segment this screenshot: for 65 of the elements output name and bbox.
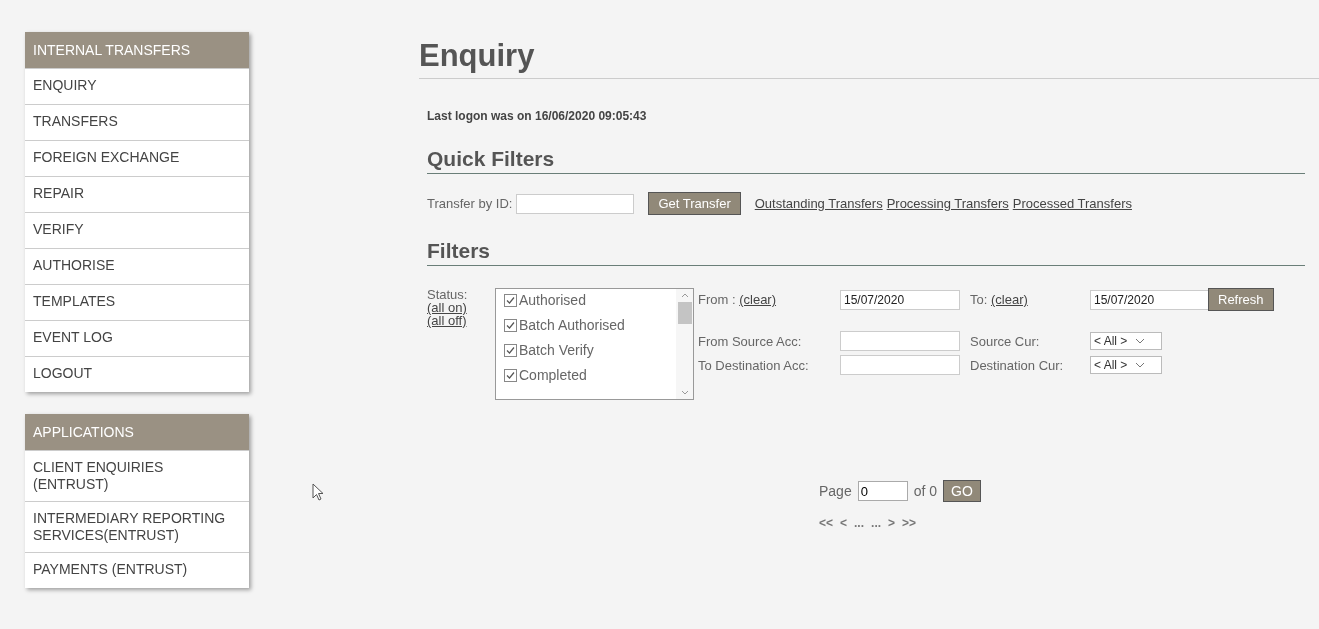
pagination-link[interactable]: ... — [871, 516, 882, 530]
status-option[interactable]: Batch Authorised — [504, 317, 676, 333]
destination-account-field[interactable] — [840, 355, 960, 375]
checkbox[interactable] — [504, 318, 517, 332]
field-label: From Source Acc: — [698, 333, 803, 349]
checkbox[interactable] — [504, 293, 517, 307]
nav-item[interactable]: AUTHORISE — [25, 248, 249, 284]
pagination-link[interactable]: >> — [902, 516, 917, 530]
mouse-pointer-icon — [312, 483, 324, 501]
source-currency-dropdown[interactable]: < All > — [1090, 332, 1162, 350]
clear-link[interactable]: (clear) — [739, 292, 777, 307]
status-option[interactable]: Batch Verify — [504, 342, 676, 358]
field-label: Source Cur: — [970, 333, 1041, 349]
page-title: Enquiry — [419, 38, 1319, 79]
source-account-field[interactable] — [840, 331, 960, 351]
quick-filter-link[interactable]: Processed Transfers — [1012, 196, 1132, 211]
scrollbar[interactable] — [676, 289, 693, 399]
scroll-down-icon[interactable] — [680, 390, 689, 395]
nav-item[interactable]: VERIFY — [25, 212, 249, 248]
last-logon-text: Last logon was on 16/06/2020 09:05:43 — [427, 109, 648, 123]
field-label: From : — [698, 292, 736, 307]
nav-item[interactable]: EVENT LOG — [25, 320, 249, 356]
chevron-down-icon — [1135, 362, 1146, 368]
status-option[interactable]: Authorised — [504, 292, 676, 308]
pagination-link[interactable]: << — [819, 516, 833, 530]
checkbox[interactable] — [504, 343, 517, 357]
from-date-field[interactable]: 15/07/2020 — [840, 289, 960, 310]
nav-item[interactable]: FOREIGN EXCHANGE — [25, 140, 249, 176]
section-heading: Filters — [427, 239, 1305, 266]
all-on-link[interactable]: (all on) — [427, 301, 495, 314]
page-number-field[interactable]: 0 — [857, 481, 908, 501]
nav-section-header: APPLICATIONS — [25, 414, 249, 450]
pagination-link[interactable]: ... — [854, 516, 865, 530]
scrollbar-thumb[interactable] — [677, 302, 692, 324]
to-date-field[interactable]: 15/07/2020 — [1090, 289, 1210, 310]
nav-item[interactable]: REPAIR — [25, 176, 249, 212]
nav-item[interactable]: INTERMEDIARY REPORTING SERVICES(ENTRUST) — [25, 501, 249, 552]
page-count: of 0 — [913, 483, 938, 499]
chevron-down-icon — [1135, 338, 1146, 344]
quick-filter-link[interactable]: Outstanding Transfers — [754, 196, 883, 211]
field-label: To Destination Acc: — [698, 357, 810, 373]
nav-item[interactable]: CLIENT ENQUIRIES (ENTRUST) — [25, 450, 249, 501]
status-option[interactable]: Completed — [504, 367, 676, 383]
section-heading: Quick Filters — [427, 147, 1305, 174]
nav-item[interactable]: PAYMENTS (ENTRUST) — [25, 552, 249, 588]
destination-currency-dropdown[interactable]: < All > — [1090, 356, 1162, 374]
nav-item[interactable]: LOGOUT — [25, 356, 249, 392]
page-label: Page — [819, 483, 852, 499]
field-label: Transfer by ID: — [427, 196, 513, 211]
quick-filter-link[interactable]: Processing Transfers — [886, 196, 1009, 211]
status-list[interactable]: Authorised Batch Authorised Batch Verify Completed — [495, 288, 694, 400]
nav-item[interactable]: TEMPLATES — [25, 284, 249, 320]
field-label: Status: — [427, 288, 469, 301]
checkbox[interactable] — [504, 368, 517, 382]
nav-item[interactable]: TRANSFERS — [25, 104, 249, 140]
all-off-link[interactable]: (all off) — [427, 314, 495, 327]
pagination-link[interactable]: > — [888, 516, 896, 530]
pagination-link[interactable]: < — [840, 516, 848, 530]
scroll-up-icon[interactable] — [680, 293, 689, 298]
nav-section-header: INTERNAL TRANSFERS — [25, 32, 249, 68]
transfer-id-field[interactable] — [516, 193, 635, 214]
field-label: Destination Cur: — [970, 357, 1065, 373]
nav-item[interactable]: ENQUIRY — [25, 68, 249, 104]
clear-link[interactable]: (clear) — [990, 292, 1028, 307]
field-label: To: — [970, 292, 988, 307]
